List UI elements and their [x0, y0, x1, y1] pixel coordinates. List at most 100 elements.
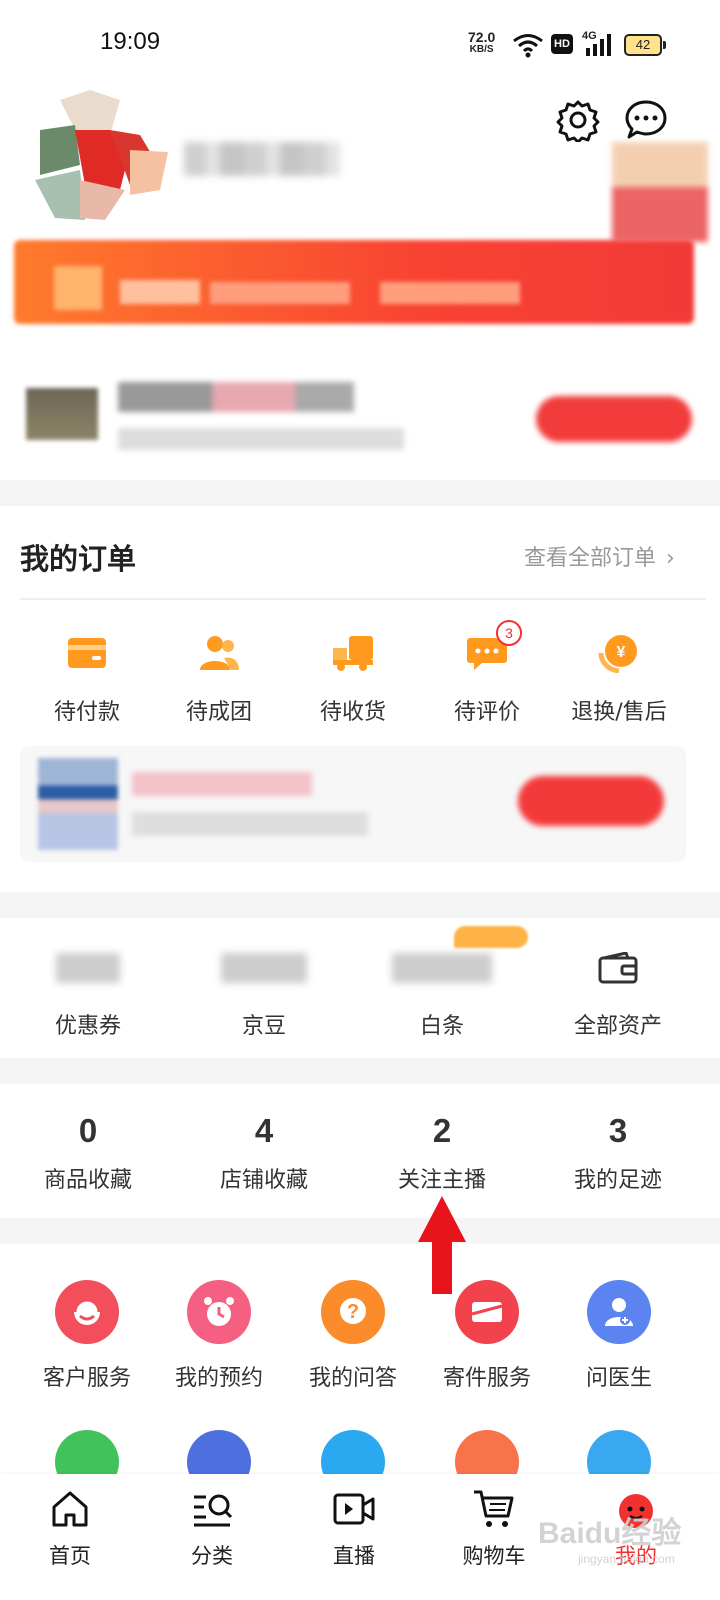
service-label: 我的问答 [308, 1366, 397, 1391]
asset-all[interactable]: 全部资产 [530, 948, 706, 1040]
nav-live[interactable]: 直播 [284, 1486, 424, 1570]
service-icon-circle: ? [321, 1280, 385, 1344]
count-shop-favorites[interactable]: 4 店铺收藏 [176, 1112, 352, 1194]
order-item-label: 待收货 [319, 700, 386, 725]
svg-text:?: ? [347, 1301, 359, 1323]
count-value: 3 [608, 1112, 628, 1149]
asset-value-blurred [221, 953, 307, 983]
nav-label: 首页 [49, 1544, 91, 1568]
network-speed-unit: KB/S [469, 44, 494, 55]
wallet-card-icon [68, 638, 106, 668]
watermark-text: Baidu经验 [538, 1517, 682, 1550]
order-item-label: 待评价 [453, 700, 520, 725]
nav-home[interactable]: 首页 [0, 1486, 140, 1570]
count-footprints[interactable]: 3 我的足迹 [530, 1112, 706, 1194]
promo-strip-blurred[interactable] [0, 366, 720, 476]
order-status-blurred [132, 772, 312, 796]
asset-label: 白条 [419, 1014, 464, 1039]
assets-card: 优惠券 京豆 白条 全部资产 [0, 918, 720, 1058]
status-time: 19:09 [100, 28, 161, 55]
live-video-icon [333, 1493, 375, 1525]
count-value: 2 [432, 1112, 452, 1149]
refund-icon: ¥ [598, 635, 637, 673]
count-label: 店铺收藏 [219, 1168, 308, 1193]
svg-text:¥: ¥ [617, 644, 626, 661]
wifi-icon [513, 34, 543, 58]
baitiao-promo-tag-blurred [454, 926, 528, 948]
service-label: 我的预约 [174, 1366, 263, 1391]
member-code-blurred[interactable] [612, 142, 708, 242]
asset-value-blurred [56, 953, 120, 983]
count-label: 商品收藏 [43, 1168, 132, 1193]
user-avatar[interactable] [30, 90, 170, 230]
message-icon[interactable] [624, 98, 668, 142]
divider [20, 598, 706, 600]
bottom-navigation: 首页 分类 直播 购物车 我的 Baidu经验 jingyan.baidu.co… [0, 1474, 720, 1600]
battery-icon: 42 [624, 34, 666, 56]
service-appointments[interactable]: 我的预约 [152, 1280, 286, 1392]
hd-icon: HD [551, 34, 573, 54]
wallet-icon [598, 952, 638, 984]
order-pending-group[interactable]: 待成团 [152, 632, 286, 726]
order-item-label: 退换/售后 [571, 700, 667, 725]
orders-title: 我的订单 [20, 542, 137, 576]
order-pending-payment[interactable]: 待付款 [20, 632, 154, 726]
nav-label: 直播 [333, 1544, 375, 1568]
count-followed-streamers[interactable]: 2 关注主播 [354, 1112, 530, 1194]
promo-title-blurred [118, 382, 354, 412]
group-icon [200, 636, 239, 670]
order-pending-review[interactable]: 3 待评价 [420, 620, 554, 726]
orders-card: 我的订单 查看全部订单 › 待付款 待成团 待收货 3 待评价 ¥ 退换/售后 [0, 506, 720, 892]
order-after-sales[interactable]: ¥ 退换/售后 [552, 632, 686, 726]
category-search-icon [194, 1494, 233, 1527]
service-shipping[interactable]: 寄件服务 [420, 1280, 554, 1392]
count-product-favorites[interactable]: 0 商品收藏 [0, 1112, 176, 1194]
doctor-icon [605, 1298, 633, 1326]
asset-jingdou[interactable]: 京豆 [176, 948, 352, 1040]
signal-icon [586, 34, 611, 56]
nav-category[interactable]: 分类 [142, 1486, 282, 1570]
chevron-right-icon: › [666, 546, 675, 571]
favorites-card: 0 商品收藏 4 店铺收藏 2 关注主播 3 我的足迹 [0, 1084, 720, 1218]
service-ask-doctor[interactable]: 问医生 [552, 1280, 686, 1392]
count-value: 0 [78, 1112, 98, 1149]
promo-subtitle-blurred [118, 428, 404, 450]
count-value: 4 [254, 1112, 274, 1149]
delivery-truck-icon [333, 636, 373, 671]
count-label: 我的足迹 [573, 1168, 662, 1193]
question-icon: ? [340, 1298, 366, 1324]
asset-coupons[interactable]: 优惠券 [0, 948, 176, 1040]
promo-action-button[interactable] [536, 396, 692, 442]
baidu-watermark: Baidu经验 jingyan.baidu.com [538, 1508, 681, 1566]
review-count-badge: 3 [496, 620, 522, 646]
order-item-label: 待成团 [185, 700, 252, 725]
asset-label: 优惠券 [54, 1014, 121, 1039]
order-action-button[interactable] [518, 776, 664, 826]
view-all-orders-link[interactable]: 查看全部订单 › [524, 540, 675, 572]
settings-gear-icon[interactable] [556, 98, 600, 142]
asset-label: 全部资产 [573, 1014, 662, 1039]
status-bar: 19:09 72.0 KB/S HD 4G 42 [0, 0, 720, 90]
shopping-cart-icon [474, 1490, 514, 1527]
asset-value-blurred [392, 953, 492, 983]
nav-label: 分类 [191, 1544, 233, 1568]
service-label: 客户服务 [42, 1366, 131, 1391]
service-label: 寄件服务 [442, 1366, 531, 1391]
latest-order-card-blurred[interactable] [20, 746, 686, 862]
watermark-subtext: jingyan.baidu.com [578, 1552, 675, 1566]
services-card: 客户服务 我的预约 ? 我的问答 寄件服务 问医生 [0, 1244, 720, 1504]
annotation-arrow-up-icon [418, 1196, 466, 1294]
customer-service-icon [73, 1298, 101, 1325]
order-product-thumbnail [38, 758, 118, 850]
network-speed: 72.0 KB/S [468, 30, 495, 56]
alarm-clock-icon [204, 1297, 234, 1326]
asset-label: 京豆 [241, 1014, 286, 1039]
network-speed-value: 72.0 [468, 29, 496, 45]
order-detail-blurred [132, 812, 368, 836]
plus-member-banner-blurred[interactable] [14, 240, 694, 324]
asset-baitiao[interactable]: 白条 [354, 948, 530, 1040]
order-pending-receipt[interactable]: 待收货 [286, 632, 420, 726]
envelope-icon [471, 1302, 503, 1322]
service-qa[interactable]: ? 我的问答 [286, 1280, 420, 1392]
service-customer-service[interactable]: 客户服务 [20, 1280, 154, 1392]
